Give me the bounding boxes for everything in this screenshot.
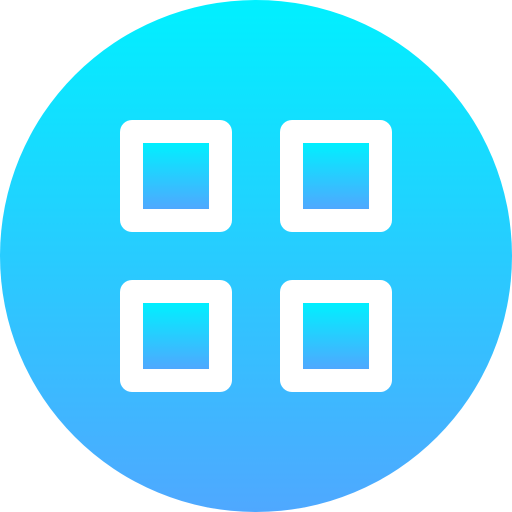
- app-grid-icon[interactable]: [0, 0, 512, 512]
- icon-background-circle: [0, 0, 512, 512]
- grid-menu-icon: [0, 0, 512, 512]
